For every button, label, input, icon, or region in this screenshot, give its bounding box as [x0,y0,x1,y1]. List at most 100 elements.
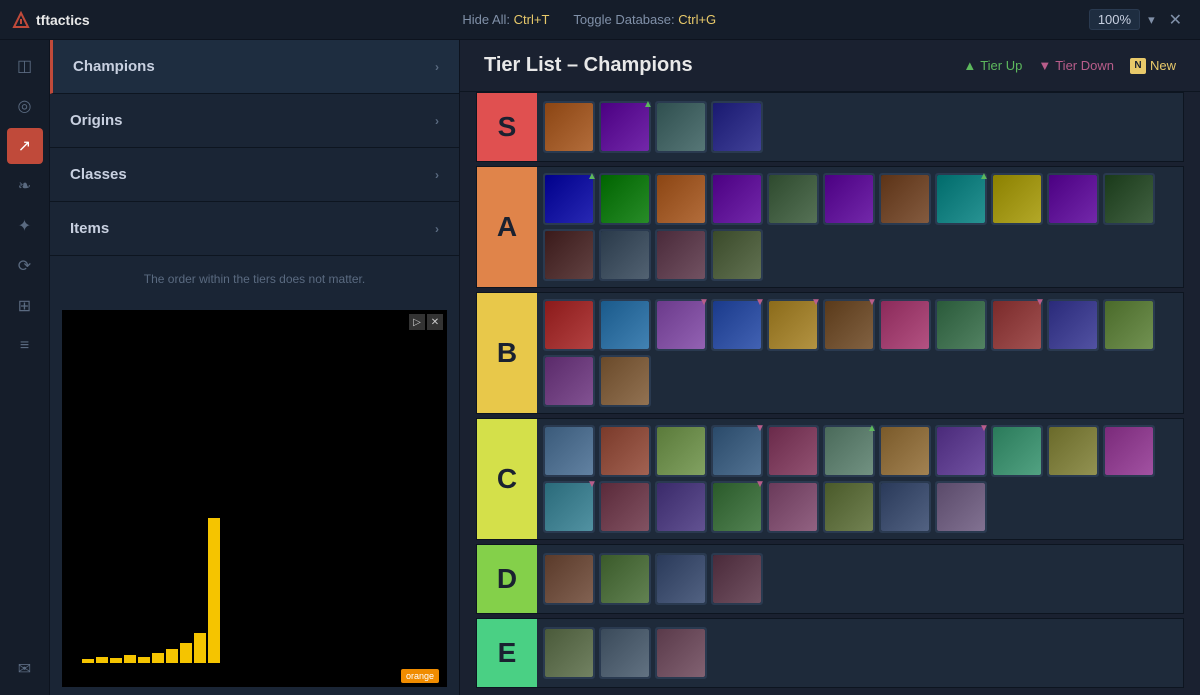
app-name: tftactics [36,12,90,28]
champ-card[interactable] [1047,173,1099,225]
champ-card[interactable] [543,299,595,351]
champ-card[interactable] [543,101,595,153]
champ-card[interactable] [935,481,987,533]
zoom-chevron-icon[interactable]: ▾ [1148,12,1155,28]
sidebar-icon-chart[interactable]: ↗ [7,128,43,164]
champ-card[interactable]: ▼ [711,425,763,477]
champ-card[interactable] [879,425,931,477]
nav-item-origins[interactable]: Origins › [50,94,459,148]
champ-card[interactable]: ▲ [823,425,875,477]
champ-card[interactable] [711,553,763,605]
champ-card[interactable] [543,425,595,477]
champ-card[interactable]: ▼ [767,299,819,351]
champ-card[interactable] [599,425,651,477]
champ-card[interactable] [655,229,707,281]
champ-card[interactable] [543,229,595,281]
sidebar-icon-database[interactable]: ⊞ [7,288,43,324]
nav-item-champions[interactable]: Champions › [50,40,459,94]
champ-card[interactable]: ▼ [711,481,763,533]
tier-label-C: C [477,419,537,539]
tier-label-A: A [477,167,537,287]
champ-card[interactable] [655,173,707,225]
champ-card[interactable]: ▼ [823,299,875,351]
tier-down-indicator: ▼ [1035,297,1045,308]
champ-card[interactable] [1103,173,1155,225]
ad-controls: ▷ ✕ [409,314,443,330]
champ-card[interactable] [599,481,651,533]
champ-card[interactable] [879,481,931,533]
champ-card[interactable] [991,173,1043,225]
chart-bar [180,643,192,663]
champ-card[interactable] [655,627,707,679]
tier-row-A: A ▲ ▲ [476,166,1184,288]
champ-card[interactable] [879,173,931,225]
champ-card[interactable] [823,481,875,533]
champ-card[interactable] [935,299,987,351]
new-badge: N [1130,58,1146,74]
nav-item-classes[interactable]: Classes › [50,148,459,202]
nav-label-origins: Origins [70,112,123,129]
champ-card[interactable] [1103,425,1155,477]
tier-champs-C: ▼▲▼▼▼ [537,419,1183,539]
champ-card[interactable]: ▲ [599,101,651,153]
nav-label-champions: Champions [73,58,155,75]
champ-card[interactable] [1047,299,1099,351]
champ-card[interactable] [599,173,651,225]
sidebar-icon-target[interactable]: ◎ [7,88,43,124]
champ-card[interactable] [655,553,707,605]
chart-bar [82,659,94,663]
sidebar-icon-list[interactable]: ≡ [7,328,43,364]
champ-card[interactable] [543,553,595,605]
app-logo: tftactics [12,11,90,29]
nav-item-items[interactable]: Items › [50,202,459,256]
sidebar-icon-history[interactable]: ⟳ [7,248,43,284]
champ-card[interactable] [767,481,819,533]
sidebar-icon-layers[interactable]: ◫ [7,48,43,84]
tier-up-legend: ▲ Tier Up [963,58,1022,73]
tier-down-indicator: ▼ [699,297,709,308]
tier-row-C: C▼▲▼▼▼ [476,418,1184,540]
tier-champs-D [537,545,1183,613]
champ-card[interactable]: ▲ [543,173,595,225]
tier-down-indicator: ▼ [587,479,597,490]
champ-card[interactable] [1047,425,1099,477]
champ-card[interactable] [879,299,931,351]
zoom-level[interactable]: 100% [1089,9,1140,30]
champ-card[interactable]: ▲ [935,173,987,225]
close-button[interactable]: ✕ [1163,8,1188,32]
champ-card[interactable] [655,481,707,533]
champ-card[interactable] [711,229,763,281]
champ-card[interactable] [599,355,651,407]
tier-down-legend: ▼ Tier Down [1038,58,1114,73]
champ-card[interactable] [711,101,763,153]
champ-card[interactable] [767,425,819,477]
chart-bar [124,655,136,663]
ad-chart [82,503,427,663]
ad-close-button[interactable]: ✕ [427,314,443,330]
chart-bar [208,518,220,663]
champ-card[interactable] [599,299,651,351]
champ-card[interactable]: ▼ [991,299,1043,351]
champ-card[interactable]: ▼ [543,481,595,533]
champ-card[interactable]: ▼ [935,425,987,477]
champ-card[interactable] [655,425,707,477]
sidebar-icon-mail[interactable]: ✉ [7,651,43,687]
champ-card[interactable] [1103,299,1155,351]
champ-card[interactable] [711,173,763,225]
tier-row-B: B▼▼▼▼▼ [476,292,1184,414]
champ-card[interactable] [599,553,651,605]
sidebar-icon-leaf[interactable]: ❧ [7,168,43,204]
champ-card[interactable] [599,229,651,281]
ad-expand-button[interactable]: ▷ [409,314,425,330]
champ-card[interactable] [543,627,595,679]
champ-card[interactable] [543,355,595,407]
champ-card[interactable] [767,173,819,225]
champ-card[interactable]: ▼ [655,299,707,351]
tier-up-indicator: ▲ [587,171,597,182]
sidebar-icon-star[interactable]: ✦ [7,208,43,244]
champ-card[interactable] [655,101,707,153]
champ-card[interactable] [823,173,875,225]
champ-card[interactable]: ▼ [711,299,763,351]
champ-card[interactable] [991,425,1043,477]
champ-card[interactable] [599,627,651,679]
